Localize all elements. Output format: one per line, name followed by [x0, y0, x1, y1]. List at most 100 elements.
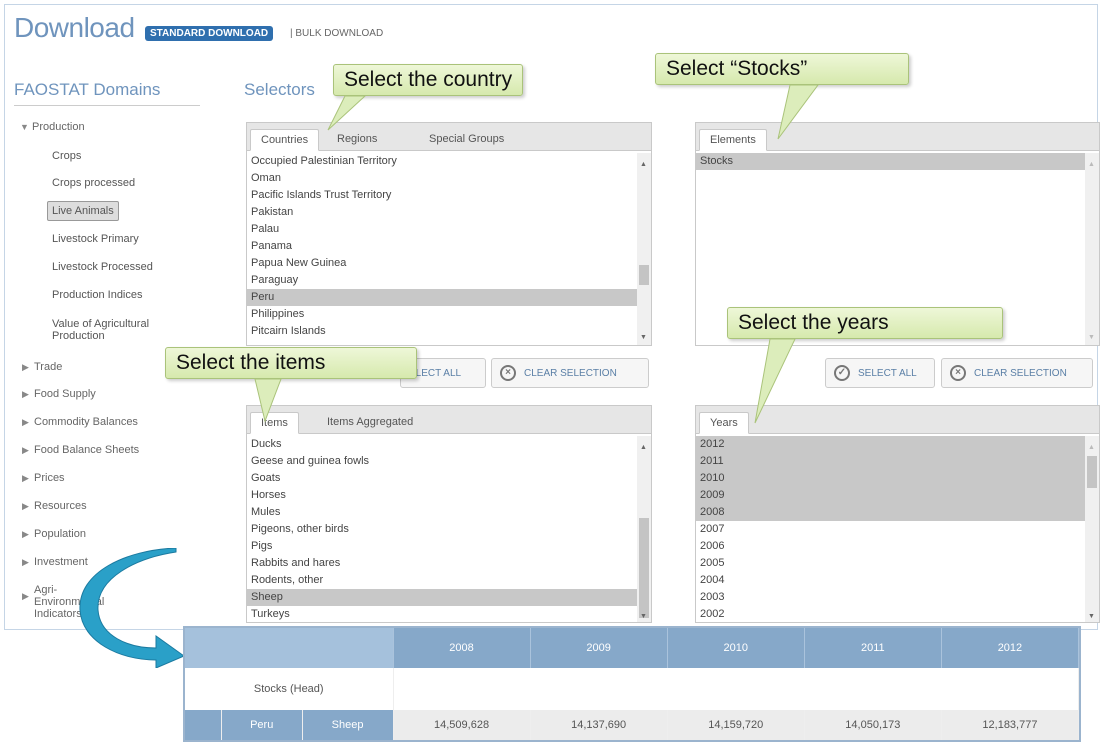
chevron-right-icon: ▶ — [22, 557, 29, 567]
list-item[interactable]: 2003 — [696, 589, 1085, 606]
selectors-title: Selectors — [244, 80, 315, 99]
list-item[interactable]: Peru — [247, 289, 637, 306]
list-item[interactable]: Mules — [247, 504, 637, 521]
year-header: 2011 — [804, 628, 942, 668]
scroll-up-icon[interactable]: ▲ — [640, 444, 647, 451]
scroll-up-icon[interactable]: ▲ — [1088, 444, 1095, 451]
scrollbar[interactable]: ▲ ▼ — [1085, 436, 1099, 622]
list-item[interactable]: 2007 — [696, 521, 1085, 538]
close-icon: × — [500, 365, 516, 381]
list-item[interactable]: Paraguay — [247, 272, 637, 289]
chevron-right-icon: ▶ — [22, 362, 29, 372]
sidebar-sub-livestock-processed[interactable]: Livestock Processed — [52, 261, 153, 273]
callout-select-years: Select the years — [727, 307, 1003, 339]
list-item[interactable]: Papua New Guinea — [247, 255, 637, 272]
list-item[interactable]: 2006 — [696, 538, 1085, 555]
list-item[interactable]: Pigeons, other birds — [247, 521, 637, 538]
years-clear-selection-button[interactable]: × CLEAR SELECTION — [941, 358, 1093, 388]
scroll-down-icon[interactable]: ▼ — [640, 613, 647, 620]
list-item[interactable]: 2002 — [696, 606, 1085, 623]
years-panel: Years 2012 2011 2010 2009 2008 2007 2006 2005 20… — [695, 405, 1100, 623]
value-cell: 14,137,690 — [530, 710, 668, 740]
item-cell: Sheep — [302, 710, 394, 740]
scrollbar[interactable]: ▲ ▼ — [637, 153, 651, 345]
items-list: Ducks Geese and guinea fowls Goats Horses Mu… — [247, 436, 637, 623]
callout-tail — [327, 96, 366, 131]
scroll-up-icon[interactable]: ▲ — [640, 161, 647, 168]
list-item[interactable]: Oman — [247, 170, 637, 187]
chevron-right-icon: ▶ — [22, 389, 29, 399]
elements-list: Stocks — [696, 153, 1085, 170]
scrollbar[interactable]: ▲ ▼ — [637, 436, 651, 622]
list-item[interactable]: 2009 — [696, 487, 1085, 504]
callout-tail — [254, 379, 282, 423]
scroll-down-icon[interactable]: ▼ — [640, 334, 647, 341]
list-item[interactable]: Pakistan — [247, 204, 637, 221]
list-item[interactable]: Philippines — [247, 306, 637, 323]
list-item[interactable]: Rabbits and hares — [247, 555, 637, 572]
years-select-all-button[interactable]: ✓ SELECT ALL — [825, 358, 935, 388]
list-item[interactable]: Pigs — [247, 538, 637, 555]
sidebar-sub-livestock-primary[interactable]: Livestock Primary — [52, 233, 139, 245]
list-item[interactable]: Geese and guinea fowls — [247, 453, 637, 470]
list-item[interactable]: Rodents, other — [247, 572, 637, 589]
countries-list: Occupied Palestinian Territory Oman Pacifi… — [247, 153, 637, 340]
table-row: Peru Sheep 14,509,628 14,137,690 14,159,… — [185, 710, 1080, 740]
sidebar-sub-live-animals[interactable]: Live Animals — [47, 201, 119, 221]
curved-arrow-icon — [79, 548, 186, 668]
list-item[interactable]: Stocks — [696, 153, 1085, 170]
items-panel: Items Items Aggregated Ducks Geese and gu… — [246, 405, 652, 623]
bulk-download-link[interactable]: | BULK DOWNLOAD — [290, 28, 383, 39]
list-item[interactable]: Pitcairn Islands — [247, 323, 637, 340]
sidebar-sub-value-agricultural[interactable]: Value of Agricultural Production — [52, 318, 192, 342]
tab-countries[interactable]: Countries — [250, 129, 320, 151]
callout-tail — [754, 339, 796, 424]
close-icon: × — [950, 365, 966, 381]
list-item[interactable]: Sheep — [247, 589, 637, 606]
tab-special-groups[interactable]: Special Groups — [419, 129, 514, 151]
sidebar-item-commodity-balances[interactable]: ▶ Commodity Balances — [22, 416, 138, 428]
scroll-up-icon[interactable]: ▲ — [1088, 161, 1095, 168]
list-item[interactable]: Palau — [247, 221, 637, 238]
value-cell: 14,159,720 — [667, 710, 805, 740]
tab-elements[interactable]: Elements — [699, 129, 767, 151]
list-item[interactable]: 2011 — [696, 453, 1085, 470]
sidebar-item-resources[interactable]: ▶ Resources — [22, 500, 87, 512]
list-item[interactable]: Pacific Islands Trust Territory — [247, 187, 637, 204]
standard-download-button[interactable]: STANDARD DOWNLOAD — [145, 26, 274, 41]
list-item[interactable]: Turkeys — [247, 606, 637, 623]
sidebar-sub-crops[interactable]: Crops — [52, 150, 81, 162]
country-cell: Peru — [221, 710, 303, 740]
sidebar-sub-crops-processed[interactable]: Crops processed — [52, 177, 135, 189]
list-item[interactable]: 2004 — [696, 572, 1085, 589]
countries-panel: Countries Regions Special Groups Occupie… — [246, 122, 652, 346]
list-item[interactable]: Goats — [247, 470, 637, 487]
list-item[interactable]: 2010 — [696, 470, 1085, 487]
year-header: 2012 — [941, 628, 1080, 668]
check-icon: ✓ — [834, 365, 850, 381]
scroll-down-icon[interactable]: ▼ — [1088, 334, 1095, 341]
table-row: Stocks (Head) — [185, 668, 1079, 710]
list-item[interactable]: Panama — [247, 238, 637, 255]
list-item[interactable]: 2005 — [696, 555, 1085, 572]
sidebar-item-food-supply[interactable]: ▶ Food Supply — [22, 388, 96, 400]
domains-title: FAOSTAT Domains — [14, 80, 161, 99]
scroll-down-icon[interactable]: ▼ — [1088, 613, 1095, 620]
sidebar-sub-production-indices[interactable]: Production Indices — [52, 289, 143, 301]
list-item[interactable]: Ducks — [247, 436, 637, 453]
year-header: 2008 — [393, 628, 531, 668]
sidebar-item-food-balance-sheets[interactable]: ▶ Food Balance Sheets — [22, 444, 139, 456]
list-item[interactable]: Occupied Palestinian Territory — [247, 153, 637, 170]
tab-items-aggregated[interactable]: Items Aggregated — [317, 412, 423, 434]
scrollbar[interactable]: ▲ ▼ — [1085, 153, 1099, 345]
sidebar-item-trade[interactable]: ▶ Trade — [22, 361, 62, 373]
clear-selection-button[interactable]: × CLEAR SELECTION — [491, 358, 649, 388]
list-item[interactable]: 2012 — [696, 436, 1085, 453]
sidebar-item-production[interactable]: ▼ Production — [20, 121, 85, 133]
callout-select-items: Select the items — [165, 347, 417, 379]
sidebar-item-prices[interactable]: ▶ Prices — [22, 472, 65, 484]
sidebar-item-population[interactable]: ▶ Population — [22, 528, 86, 540]
list-item[interactable]: Horses — [247, 487, 637, 504]
tab-years[interactable]: Years — [699, 412, 749, 434]
list-item[interactable]: 2008 — [696, 504, 1085, 521]
